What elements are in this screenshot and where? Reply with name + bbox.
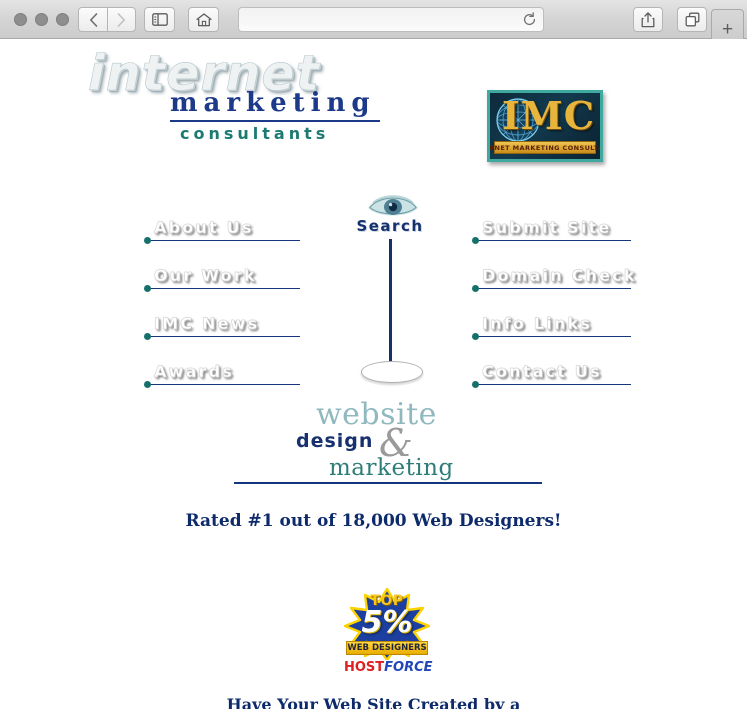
nav-link-domain-check[interactable]: Domain Check xyxy=(472,255,637,303)
site-logo: internet marketing consultants xyxy=(88,45,418,143)
nav-link-imc-news[interactable]: IMC News xyxy=(144,303,305,351)
nav-link-label: Our Work xyxy=(154,266,257,285)
browser-window: + internet marketing consultants IMC RNE… xyxy=(0,0,747,709)
address-bar[interactable] xyxy=(238,7,544,32)
close-window-button[interactable] xyxy=(14,13,27,26)
nav-underline xyxy=(145,384,300,385)
window-traffic-lights xyxy=(14,13,69,26)
reload-icon[interactable] xyxy=(522,12,537,27)
rated-headline: Rated #1 out of 18,000 Web Designers! xyxy=(185,511,562,531)
search-label: Search xyxy=(356,217,424,235)
nav-link-about-us[interactable]: About Us xyxy=(144,207,305,255)
nav-underline xyxy=(145,288,300,289)
nav-underline xyxy=(473,288,631,289)
share-button[interactable] xyxy=(633,7,663,32)
minimize-window-button[interactable] xyxy=(35,13,48,26)
search-base-ellipse xyxy=(361,361,423,383)
page-content: internet marketing consultants IMC RNET … xyxy=(0,39,747,709)
footer-tagline-line1: Have Your Web Site Created by a xyxy=(226,695,521,709)
nav-link-label: About Us xyxy=(154,218,254,237)
nav-link-submit-site[interactable]: Submit Site xyxy=(472,207,635,255)
nav-link-label: Submit Site xyxy=(482,218,612,237)
logo-word-marketing: marketing xyxy=(170,88,380,122)
hostforce-brand: HOSTFORCE xyxy=(344,660,433,675)
hostforce-part-force: FORCE xyxy=(384,660,433,675)
logo-word-consultants: consultants xyxy=(180,124,330,143)
bullet-dot-icon xyxy=(144,333,151,340)
nav-underline xyxy=(473,336,631,337)
tagline-word-marketing: marketing xyxy=(329,455,454,481)
nav-link-contact-us[interactable]: Contact Us xyxy=(472,351,635,399)
back-button[interactable] xyxy=(78,7,107,32)
bullet-dot-icon xyxy=(144,285,151,292)
home-button[interactable] xyxy=(188,7,219,32)
sidebar-toggle-button[interactable] xyxy=(144,7,175,32)
nav-underline xyxy=(473,240,631,241)
horizontal-divider xyxy=(234,482,542,484)
nav-link-our-work[interactable]: Our Work xyxy=(144,255,305,303)
tagline-word-website: website xyxy=(316,397,437,432)
bullet-dot-icon xyxy=(472,381,479,388)
search-link[interactable]: Search xyxy=(344,191,436,383)
bullet-dot-icon xyxy=(472,333,479,340)
eye-icon xyxy=(366,191,420,219)
search-stem xyxy=(389,239,392,364)
imc-logo: IMC INTERNET MARKETING CONSULTANTS xyxy=(487,90,603,162)
hostforce-part-host: HOST xyxy=(344,660,385,675)
share-icon xyxy=(641,11,655,28)
chevron-right-icon xyxy=(117,12,126,27)
bullet-dot-icon xyxy=(144,237,151,244)
nav-link-label: Contact Us xyxy=(482,362,602,381)
tagline-word-design: design xyxy=(296,430,374,452)
imc-letters: IMC xyxy=(501,93,595,138)
nav-link-label: Info Links xyxy=(482,314,593,333)
home-icon xyxy=(195,12,212,27)
nav-link-label: Domain Check xyxy=(482,266,637,285)
top-5-percent-badge: TOP 5% WEB DESIGNERS HOSTFORCE xyxy=(343,587,433,684)
nav-column-left: About Us Our Work IMC News Awards xyxy=(144,207,305,399)
nav-underline xyxy=(145,336,300,337)
nav-column-right: Submit Site Domain Check Info Links Cont… xyxy=(472,207,637,399)
tabs-icon xyxy=(685,12,700,27)
nav-link-label: Awards xyxy=(154,362,235,381)
bullet-dot-icon xyxy=(472,285,479,292)
badge-percent-label: 5% xyxy=(361,605,413,640)
badge-ribbon-label: WEB DESIGNERS xyxy=(346,641,428,655)
chevron-left-icon xyxy=(89,12,98,27)
footer-tagline: Have Your Web Site Created by a Top Awar… xyxy=(0,694,747,709)
show-tabs-button[interactable] xyxy=(677,7,707,32)
imc-banner-text: INTERNET MARKETING CONSULTANTS xyxy=(490,141,600,154)
nav-link-awards[interactable]: Awards xyxy=(144,351,305,399)
nav-link-label: IMC News xyxy=(154,314,260,333)
nav-underline xyxy=(145,240,300,241)
forward-button[interactable] xyxy=(107,7,136,32)
browser-toolbar: + xyxy=(0,0,747,49)
sidebar-icon xyxy=(151,13,168,26)
bullet-dot-icon xyxy=(144,381,151,388)
nav-underline xyxy=(473,384,631,385)
bullet-dot-icon xyxy=(472,237,479,244)
maximize-window-button[interactable] xyxy=(56,13,69,26)
nav-link-info-links[interactable]: Info Links xyxy=(472,303,635,351)
service-tagline-graphic: website design & marketing xyxy=(296,397,453,481)
